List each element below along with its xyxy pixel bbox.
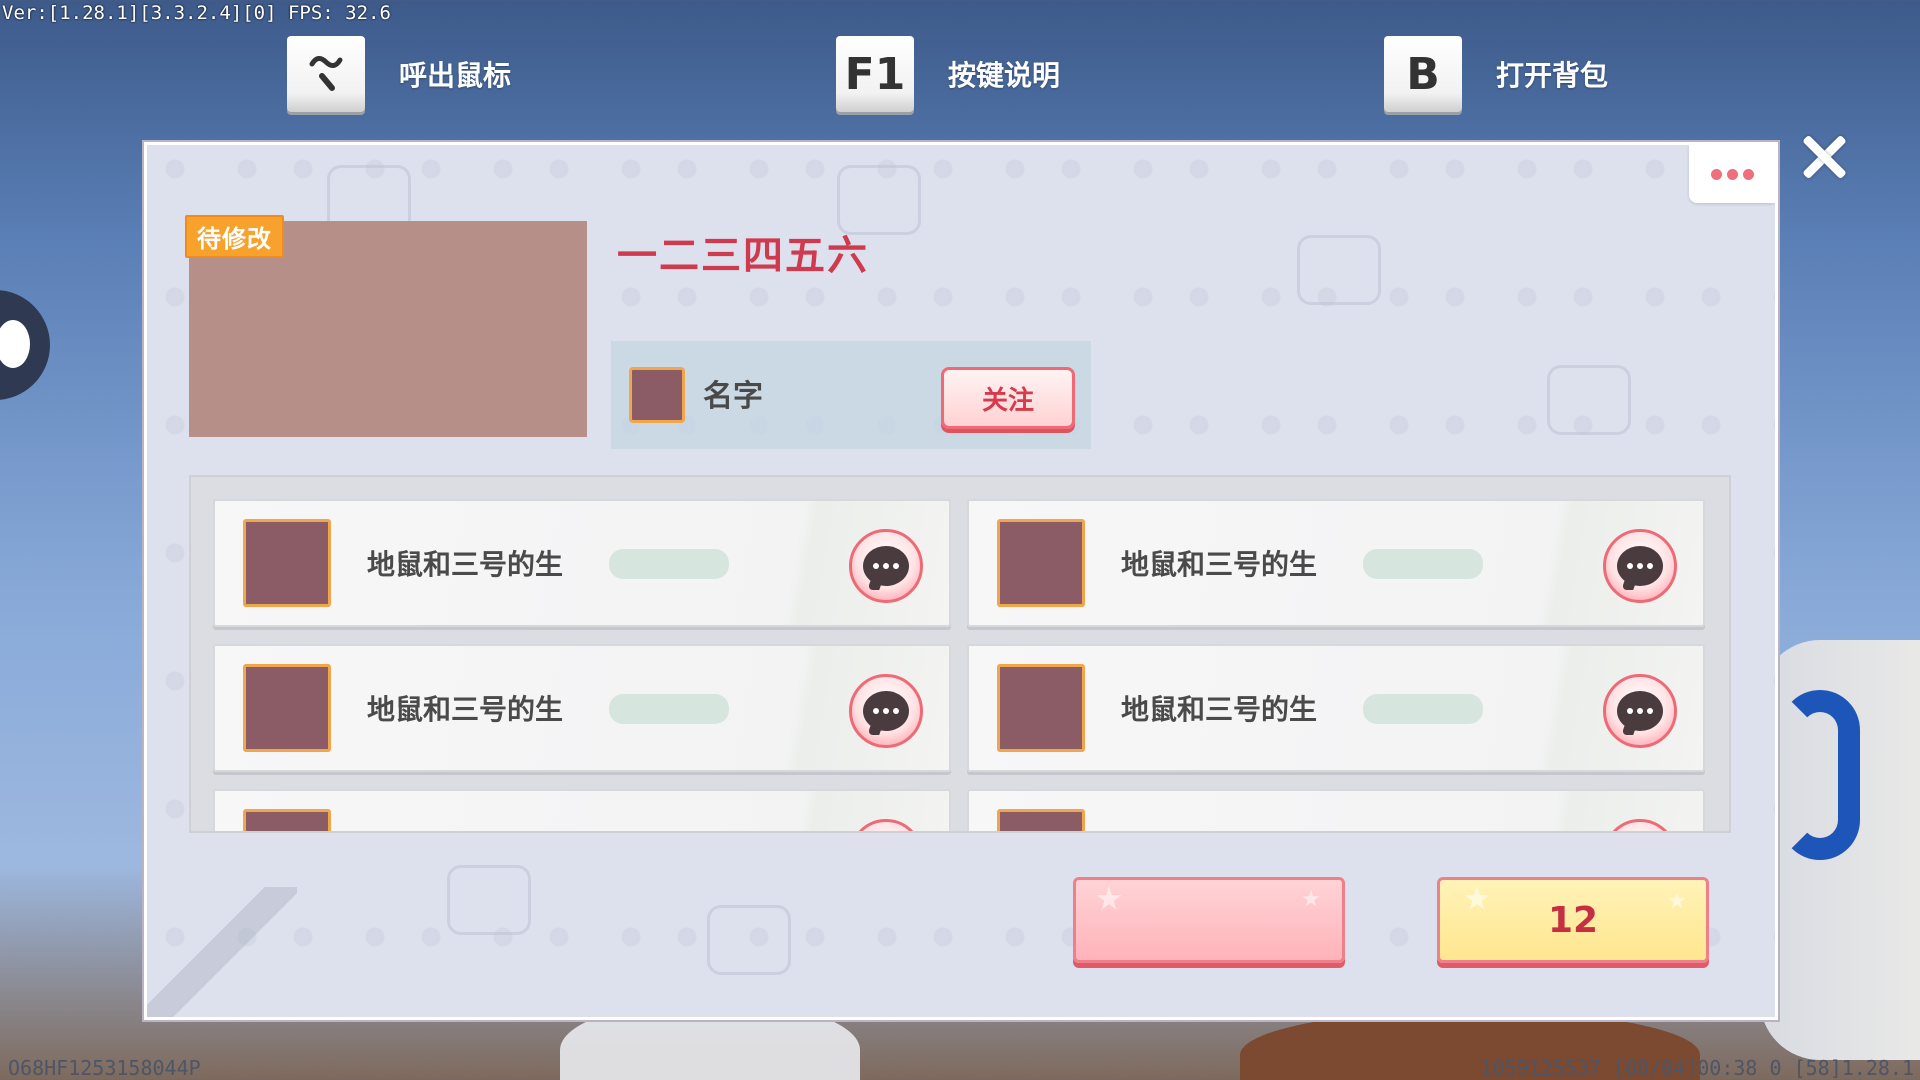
player-avatar: [997, 664, 1085, 752]
player-list[interactable]: 地鼠和三号的生 地鼠和三号的生 地鼠和三号的生 地鼠和三号的生: [189, 475, 1731, 833]
yellow-button-label: 12: [1547, 899, 1599, 941]
list-item[interactable]: [967, 789, 1705, 831]
player-avatar: [243, 809, 331, 831]
chat-bubble-icon: [1617, 546, 1663, 586]
list-item[interactable]: 地鼠和三号的生: [213, 644, 951, 772]
background-scenery-blue-shape: [1780, 690, 1860, 860]
player-name: 地鼠和三号的生: [1121, 693, 1318, 726]
more-dots-icon: [1742, 168, 1754, 180]
author-row: 名字 关注: [611, 341, 1091, 449]
chat-button[interactable]: [849, 819, 923, 831]
panel-corner-decoration: [147, 887, 297, 1017]
more-dots-icon: [1710, 168, 1722, 180]
key-f1: F1: [836, 36, 914, 112]
more-options-button[interactable]: [1689, 145, 1775, 203]
debug-session-info: 1059125537 [08/04]00:38 0 [58]1.28.1: [1480, 1056, 1914, 1080]
pattern-face-icon: [1547, 365, 1631, 435]
player-avatar: [997, 809, 1085, 831]
player-name: 地鼠和三号的生: [367, 548, 564, 581]
star-decoration-icon: [1668, 892, 1686, 909]
debug-version-fps: Ver:[1.28.1][3.3.2.4][0] FPS: 32.6: [2, 2, 391, 24]
chat-bubble-icon: [863, 691, 909, 731]
chat-button[interactable]: [849, 674, 923, 748]
list-item[interactable]: 地鼠和三号的生: [213, 499, 951, 627]
chat-button[interactable]: [1603, 529, 1677, 603]
star-decoration-icon: [1096, 886, 1122, 910]
list-item[interactable]: 地鼠和三号的生: [967, 644, 1705, 772]
chat-bubble-icon: [1617, 691, 1663, 731]
close-icon[interactable]: [1794, 128, 1854, 188]
pattern-face-icon: [1297, 235, 1381, 305]
hint-label-key-help: 按键说明: [948, 59, 1061, 92]
star-decoration-icon: [1302, 890, 1320, 907]
chat-bubble-icon: [863, 546, 909, 586]
map-title: 一二三四五六: [617, 233, 869, 279]
player-avatar: [997, 519, 1085, 607]
chat-button[interactable]: [849, 529, 923, 603]
player-avatar: [243, 664, 331, 752]
yellow-count-button[interactable]: 12: [1437, 877, 1709, 963]
player-status-bar: [609, 694, 729, 724]
hint-label-show-cursor: 呼出鼠标: [399, 59, 512, 92]
pattern-face-icon: [447, 865, 531, 935]
tilde-glyph-icon: [309, 56, 343, 91]
hint-key-help: F1 按键说明: [836, 36, 1060, 112]
star-decoration-icon: [1464, 886, 1490, 910]
chat-button[interactable]: [1603, 674, 1677, 748]
player-status-bar: [609, 549, 729, 579]
author-avatar[interactable]: [629, 367, 685, 423]
debug-device-id: O68HF1253158044P: [8, 1056, 201, 1080]
player-name: 地鼠和三号的生: [1121, 548, 1318, 581]
background-scenery-left: [0, 290, 50, 400]
hint-label-open-backpack: 打开背包: [1496, 59, 1609, 92]
map-detail-panel: 待修改 一二三四五六 名字 关注 地鼠和三号的生 地鼠和三号的生 地鼠和三号的生: [144, 142, 1778, 1020]
key-tilde-icon: [287, 36, 365, 112]
key-b: B: [1384, 36, 1462, 112]
chat-button[interactable]: [1603, 819, 1677, 831]
hint-show-cursor: 呼出鼠标: [287, 36, 511, 112]
player-status-bar: [1363, 694, 1483, 724]
hint-open-backpack: B 打开背包: [1384, 36, 1608, 112]
player-status-bar: [1363, 549, 1483, 579]
pattern-face-icon: [707, 905, 791, 975]
more-dots-icon: [1726, 168, 1738, 180]
list-item[interactable]: [213, 789, 951, 831]
pink-action-button[interactable]: [1073, 877, 1345, 963]
player-avatar: [243, 519, 331, 607]
status-tag: 待修改: [185, 215, 284, 258]
player-name: 地鼠和三号的生: [367, 693, 564, 726]
list-item[interactable]: 地鼠和三号的生: [967, 499, 1705, 627]
author-name: 名字: [703, 379, 763, 414]
follow-button[interactable]: 关注: [941, 367, 1075, 429]
